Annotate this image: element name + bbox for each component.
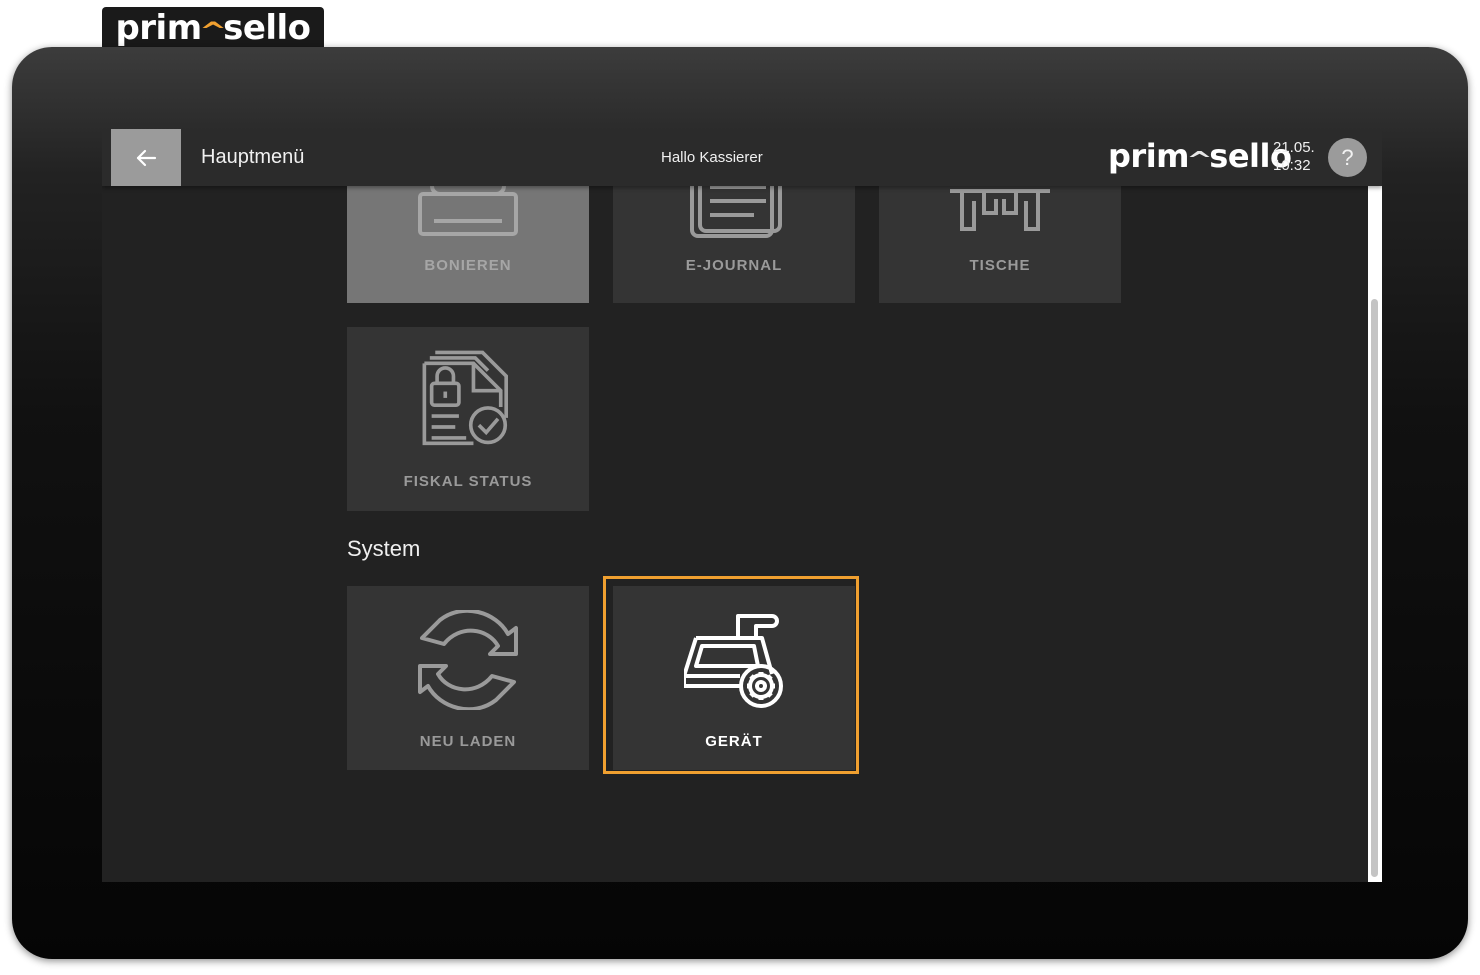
header-logo: prim ^ sello xyxy=(1108,137,1292,175)
date-time: 21.05. 10:32 xyxy=(1273,139,1315,175)
brand-logo: prim ^ sello xyxy=(115,8,311,48)
tile-fiskal-status[interactable]: FISKAL STATUS xyxy=(347,327,589,511)
help-icon: ? xyxy=(1341,144,1354,170)
back-button[interactable] xyxy=(111,129,181,186)
header-bar: Hauptmenü Hallo Kassierer prim ^ sello 21.… xyxy=(102,129,1382,186)
logo-mark: ^ xyxy=(1186,147,1212,173)
logo-mark: ^ xyxy=(198,17,227,45)
date-text: 21.05. xyxy=(1273,139,1315,156)
reload-icon xyxy=(418,610,518,710)
arrow-left-icon xyxy=(136,149,157,166)
tile-geraet[interactable]: GERÄT xyxy=(613,586,855,770)
user-greeting: Hallo Kassierer xyxy=(661,149,763,166)
tile-label: NEU LADEN xyxy=(419,733,517,750)
logo-text-left: prim xyxy=(1108,137,1190,175)
section-title-system: System xyxy=(347,536,421,561)
scrollbar-thumb[interactable] xyxy=(1371,299,1378,877)
brand-logo-tab: prim ^ sello xyxy=(102,7,324,49)
tile-neu-laden[interactable]: NEU LADEN xyxy=(347,586,589,770)
fiscal-document-icon xyxy=(422,350,508,446)
tile-label: TISCHE xyxy=(969,257,1031,274)
pos-screen: BONIEREN E-JOURNAL TISCHE FISKAL STATUS … xyxy=(102,129,1382,882)
help-button[interactable]: ? xyxy=(1328,138,1367,177)
time-text: 10:32 xyxy=(1273,157,1311,174)
logo-text-right: sello xyxy=(223,8,311,48)
device-settings-icon xyxy=(684,614,783,708)
tile-label: BONIEREN xyxy=(424,257,512,274)
page-title: Hauptmenü xyxy=(201,146,305,168)
tile-label: GERÄT xyxy=(705,733,763,750)
logo-text-left: prim xyxy=(115,8,202,48)
tile-label: FISKAL STATUS xyxy=(403,473,533,490)
tile-label: E-JOURNAL xyxy=(685,257,783,274)
